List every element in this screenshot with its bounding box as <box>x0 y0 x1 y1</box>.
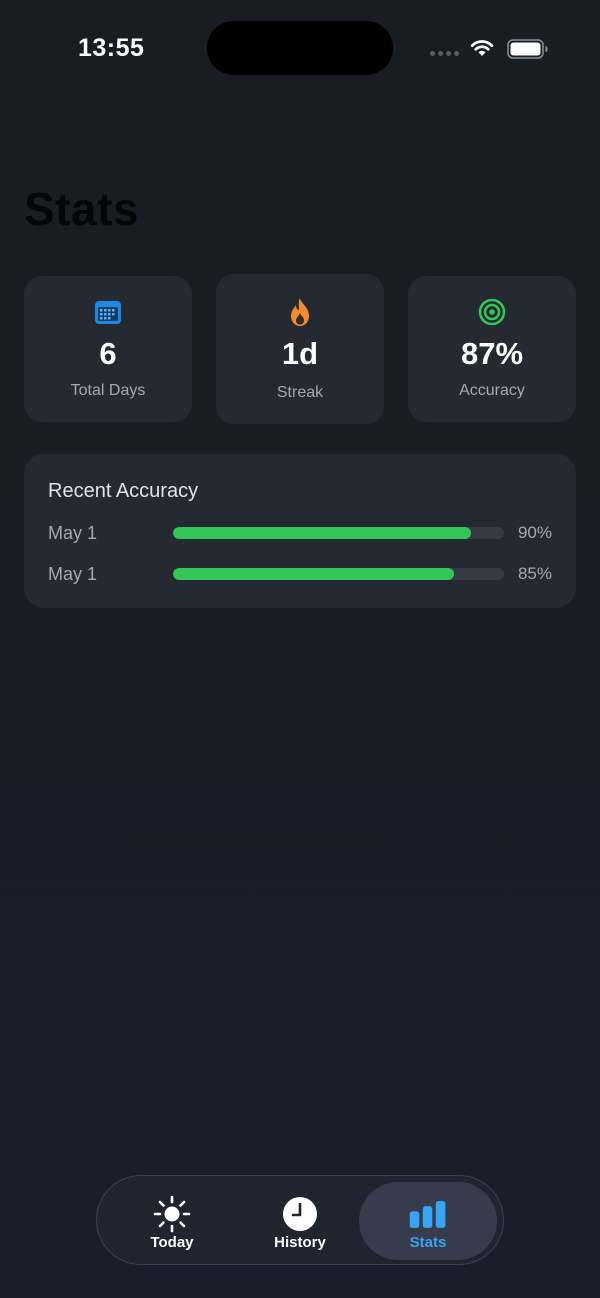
page-title: Stats <box>24 183 139 235</box>
accuracy-row-percent: 85% <box>517 564 552 583</box>
dynamic-island <box>207 21 393 75</box>
stat-card-accuracy: 87% Accuracy <box>408 276 576 422</box>
accuracy-bar-fill <box>173 568 455 580</box>
calendar-icon <box>94 298 122 326</box>
accuracy-value: 87% <box>460 336 524 371</box>
stat-card-total-days: 6 Total Days <box>24 276 192 422</box>
cellular-signal-icon <box>430 51 459 56</box>
total-days-value: 6 <box>99 336 117 371</box>
accuracy-label: Accuracy <box>459 382 525 399</box>
flame-icon <box>286 298 314 326</box>
wifi-icon <box>469 38 495 63</box>
target-icon <box>478 298 506 326</box>
accuracy-bar-track <box>173 527 504 539</box>
status-bar: 13:55 <box>0 0 600 100</box>
accuracy-row: May 1 90% <box>48 521 552 545</box>
clock-icon <box>280 1194 320 1234</box>
tab-today[interactable]: Today <box>103 1182 241 1260</box>
total-days-label: Total Days <box>70 382 146 399</box>
accuracy-row: May 1 85% <box>48 562 552 586</box>
sun-icon <box>152 1194 192 1234</box>
recent-accuracy-card: Recent Accuracy May 1 90% May 1 85% <box>24 454 576 608</box>
status-time: 13:55 <box>78 34 145 62</box>
recent-accuracy-title: Recent Accuracy <box>48 480 199 502</box>
tab-today-label: Today <box>150 1234 194 1251</box>
accuracy-bar-fill <box>173 527 471 539</box>
streak-value: 1d <box>281 336 319 371</box>
tab-stats-label: Stats <box>409 1234 447 1251</box>
accuracy-bar-track <box>173 568 504 580</box>
accuracy-row-date: May 1 <box>48 523 98 543</box>
battery-icon <box>507 39 549 64</box>
accuracy-row-percent: 90% <box>517 523 552 542</box>
tab-history-label: History <box>274 1234 326 1251</box>
streak-label: Streak <box>276 384 324 401</box>
stat-card-streak: 1d Streak <box>216 274 384 424</box>
tab-history[interactable]: History <box>231 1182 369 1260</box>
tab-stats[interactable]: Stats <box>359 1182 497 1260</box>
tab-bar: Today History Stats <box>96 1175 504 1265</box>
bar-chart-icon <box>408 1194 448 1234</box>
accuracy-row-date: May 1 <box>48 564 98 584</box>
